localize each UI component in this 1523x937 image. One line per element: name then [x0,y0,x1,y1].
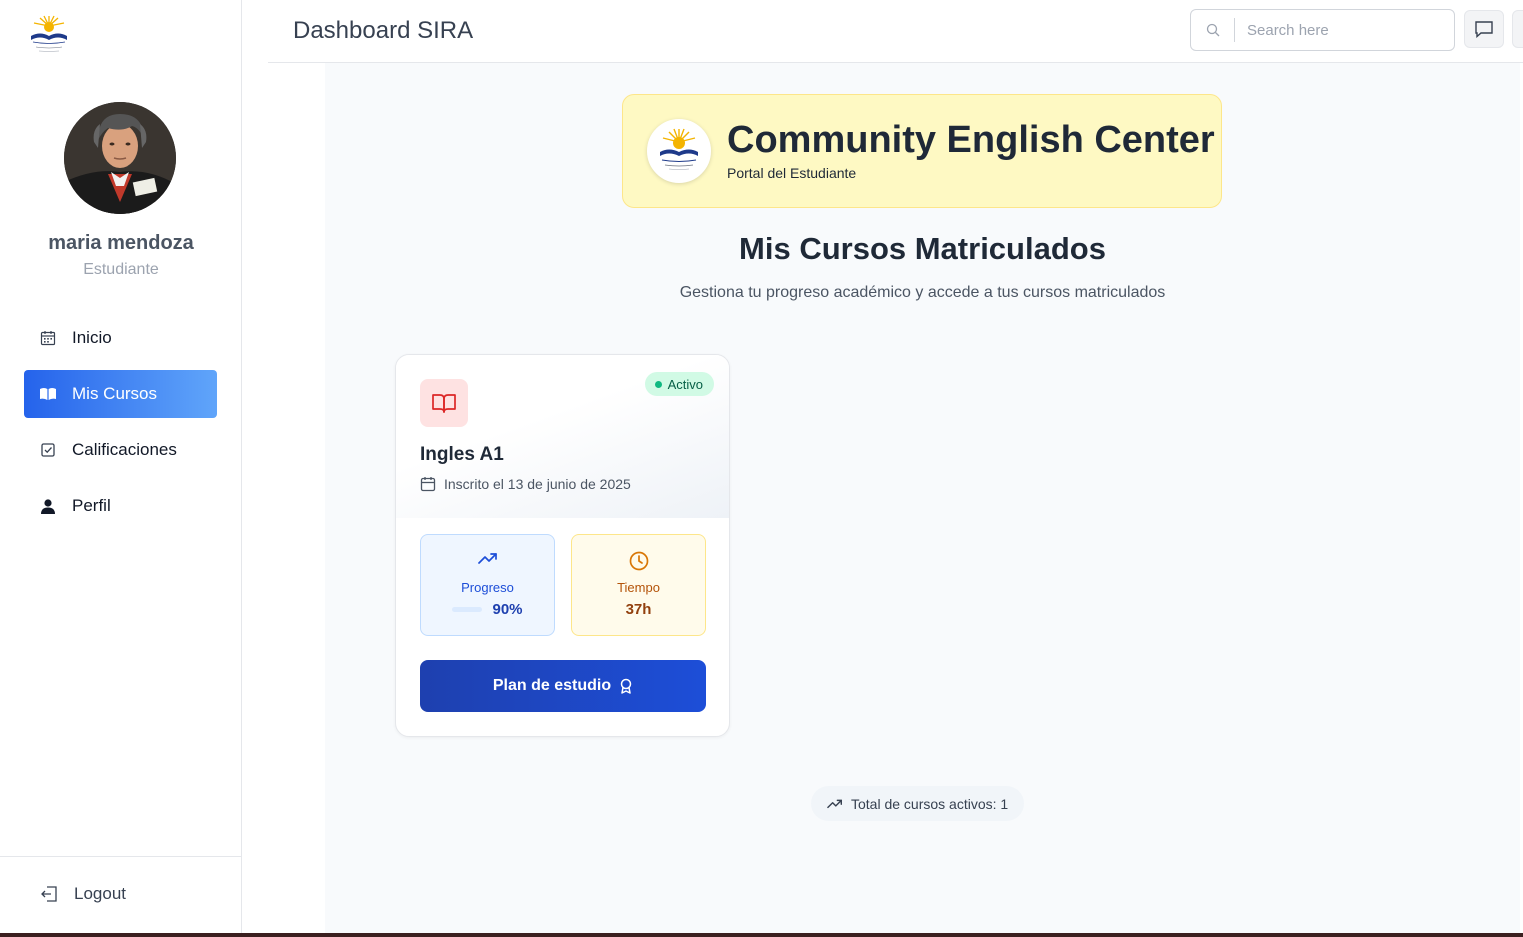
user-role: Estudiante [83,261,159,278]
progress-bar [452,607,483,612]
progress-percent: 90% [492,601,523,618]
brand-banner: Community English Center Portal del Estu… [622,94,1222,208]
trending-up-icon [421,551,554,565]
status-dot [654,380,662,388]
course-name: Ingles A1 [420,444,504,465]
time-stat: Tiempo 37h [571,534,706,636]
logout-button[interactable]: Logout [40,884,126,904]
messages-button[interactable] [1464,10,1504,48]
clock-icon [572,551,705,571]
enrollment-text: Inscrito el 13 de junio de 2025 [444,476,631,492]
sidebar-nav: Inicio Mis Cursos Calificaciones Perfil [24,314,217,538]
sidebar-item-label: Perfil [72,496,111,515]
bottom-strip [0,933,1523,937]
calendar-icon [40,330,56,346]
search-input[interactable] [1235,21,1435,39]
progress-value: 90% [421,601,554,618]
user-icon [40,498,56,514]
progress-stat: Progreso 90% [420,534,555,636]
logout-label: Logout [74,884,126,903]
sidebar-item-inicio[interactable]: Inicio [24,314,217,362]
total-courses-pill: Total de cursos activos: 1 [811,786,1025,821]
sidebar-item-label: Mis Cursos [72,384,158,403]
school-logo[interactable] [24,14,74,54]
course-card[interactable]: Activo Ingles A1 Inscrito el 13 de junio… [395,354,730,737]
sidebar-divider [0,856,242,857]
sidebar-item-mis-cursos[interactable]: Mis Cursos [24,370,217,418]
brand-logo [647,119,711,183]
time-label: Tiempo [617,580,660,595]
total-courses-label: Total de cursos activos: 1 [851,795,1009,812]
study-plan-label: Plan de estudio [492,677,612,694]
logout-icon [40,886,58,902]
top-header: Dashboard SIRA [268,0,1523,63]
progress-label: Progreso [461,580,514,595]
brand-subtitle: Portal del Estudiante [727,165,857,181]
sidebar: maria mendoza Estudiante Inicio Mis Curs… [0,0,242,937]
check-square-icon [40,442,56,458]
study-plan-button[interactable]: Plan de estudio [420,660,706,712]
course-card-header: Activo Ingles A1 Inscrito el 13 de junio… [396,355,729,518]
notifications-button[interactable] [1512,10,1523,48]
main-content: Community English Center Portal del Estu… [325,63,1520,933]
search-box[interactable] [1190,9,1455,51]
search-icon [1191,18,1235,42]
book-open-icon [420,379,468,427]
status-label: Activo [667,376,703,392]
book-open-icon [40,386,56,402]
trending-up-icon [827,798,843,809]
chat-icon [1474,20,1494,38]
award-icon [619,678,633,694]
user-name: maria mendoza [48,232,194,254]
brand-name: Community English Center [727,119,1215,161]
time-value: 37h [625,601,652,618]
sidebar-item-label: Calificaciones [72,440,177,459]
page-title: Dashboard SIRA [293,17,474,44]
avatar[interactable] [64,102,176,214]
calendar-icon [420,476,436,492]
sidebar-item-calificaciones[interactable]: Calificaciones [24,426,217,474]
status-badge: Activo [644,372,714,396]
sidebar-item-label: Inicio [72,328,112,347]
section-subtitle: Gestiona tu progreso académico y accede … [679,284,1166,301]
sidebar-item-perfil[interactable]: Perfil [24,482,217,530]
section-title: Mis Cursos Matriculados [739,231,1106,266]
enrollment-date: Inscrito el 13 de junio de 2025 [420,476,631,492]
